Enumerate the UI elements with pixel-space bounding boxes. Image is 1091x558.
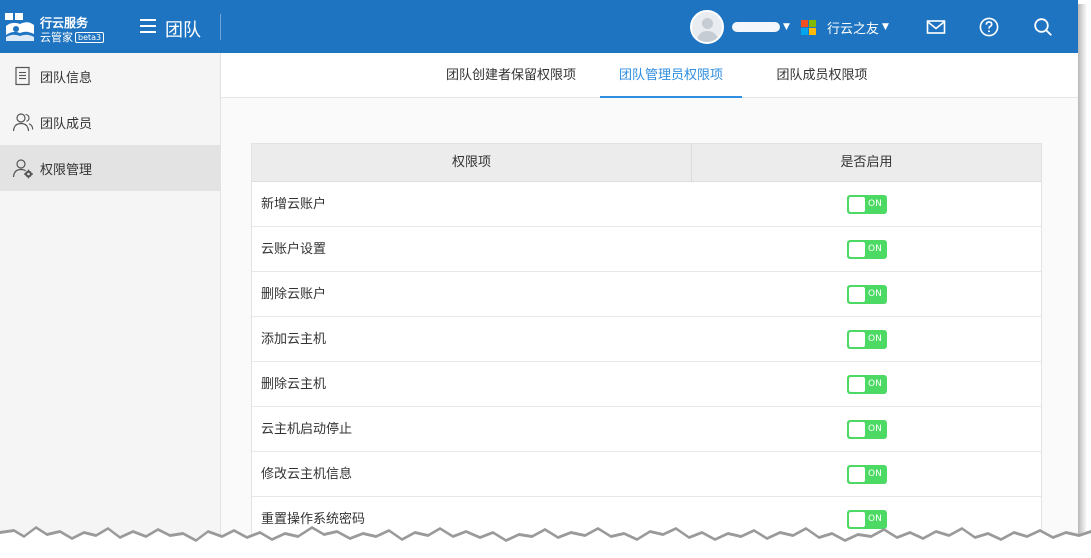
logo-product-text: 云管家 beta3 <box>40 29 105 45</box>
user-name-redacted <box>732 22 780 32</box>
org-name: 行云之友 <box>827 21 880 37</box>
permission-toggle[interactable]: ON <box>847 420 887 439</box>
menu-icon[interactable] <box>140 19 156 33</box>
toggle-knob <box>849 332 865 347</box>
permission-tabs: 团队创建者保留权限项 团队管理员权限项 团队成员权限项 <box>221 53 1078 98</box>
top-bar: 行云服务 云管家 beta3 团队 ▼ 行云之友 ▼ <box>0 0 1078 53</box>
table-row: 云账户设置 ON <box>252 227 1041 272</box>
caret-down-icon: ▼ <box>783 22 790 32</box>
permission-name: 删除云账户 <box>261 287 327 302</box>
column-header-permission: 权限项 <box>252 144 692 182</box>
permission-toggle[interactable]: ON <box>847 330 887 349</box>
tab-admin-permissions[interactable]: 团队管理员权限项 <box>600 53 742 98</box>
permission-toggle[interactable]: ON <box>847 375 887 394</box>
toggle-knob <box>849 242 865 257</box>
toggle-label: ON <box>868 469 882 479</box>
sidebar-item-label: 团队成员 <box>40 116 93 132</box>
logo-product-name: 云管家 <box>40 31 73 44</box>
logo[interactable]: 行云服务 云管家 beta3 <box>4 10 105 45</box>
table-body: 新增云账户 ON 云账户设置 ON 删除云账户 ON 添加云主机 ON 删除云主机 ON 云主机启动… <box>252 182 1041 542</box>
sidebar-item-team-info[interactable]: 团队信息 <box>0 53 220 99</box>
page-title: 团队 <box>165 20 201 41</box>
sidebar: 团队信息 团队成员 权限管理 <box>0 53 221 558</box>
beta-badge: beta3 <box>75 32 105 43</box>
search-icon[interactable] <box>1033 17 1053 37</box>
table-row: 云主机启动停止 ON <box>252 407 1041 452</box>
sidebar-item-permissions[interactable]: 权限管理 <box>0 145 220 191</box>
toggle-label: ON <box>868 379 882 389</box>
toggle-label: ON <box>868 424 882 434</box>
column-header-enabled: 是否启用 <box>840 155 893 170</box>
document-icon <box>15 66 30 86</box>
toggle-label: ON <box>868 199 882 209</box>
toggle-knob <box>849 422 865 437</box>
permission-toggle[interactable]: ON <box>847 240 887 259</box>
permission-toggle[interactable]: ON <box>847 285 887 304</box>
tab-member-permissions[interactable]: 团队成员权限项 <box>751 53 893 98</box>
table-row: 修改云主机信息 ON <box>252 452 1041 497</box>
mail-icon[interactable] <box>926 17 946 37</box>
cloud-logo-icon <box>5 13 34 41</box>
toggle-knob <box>849 197 865 212</box>
toggle-knob <box>849 377 865 392</box>
toggle-label: ON <box>868 289 882 299</box>
toggle-knob <box>849 287 865 302</box>
toggle-label: ON <box>868 334 882 344</box>
toggle-label: ON <box>868 244 882 254</box>
microsoft-logo-icon <box>801 19 816 35</box>
user-gear-icon <box>12 159 33 179</box>
org-switcher[interactable]: 行云之友 ▼ <box>801 18 889 37</box>
sidebar-item-label: 团队信息 <box>40 70 93 86</box>
permissions-table: 权限项 是否启用 新增云账户 ON 云账户设置 ON 删除云账户 ON 添加云主机 ON 删除云… <box>251 143 1042 543</box>
tab-creator-permissions[interactable]: 团队创建者保留权限项 <box>431 53 591 98</box>
table-row: 删除云账户 ON <box>252 272 1041 317</box>
permission-name: 云账户设置 <box>261 242 327 257</box>
sidebar-item-team-members[interactable]: 团队成员 <box>0 99 220 145</box>
caret-down-icon: ▼ <box>882 22 889 32</box>
avatar <box>690 10 724 44</box>
permission-name: 修改云主机信息 <box>261 467 353 482</box>
permission-name: 新增云账户 <box>261 197 327 212</box>
permission-name: 云主机启动停止 <box>261 422 353 437</box>
user-menu[interactable]: ▼ <box>690 10 790 44</box>
users-icon <box>12 113 34 132</box>
sidebar-item-label: 权限管理 <box>40 162 93 178</box>
table-header: 权限项 是否启用 <box>252 144 1041 182</box>
toggle-knob <box>849 467 865 482</box>
help-icon[interactable] <box>979 17 999 37</box>
permission-name: 添加云主机 <box>261 332 327 347</box>
window-shadow <box>1078 4 1087 558</box>
permission-toggle[interactable]: ON <box>847 465 887 484</box>
torn-edge <box>0 526 1091 558</box>
header-divider <box>220 14 221 40</box>
permission-name: 删除云主机 <box>261 377 327 392</box>
table-row: 添加云主机 ON <box>252 317 1041 362</box>
permission-toggle[interactable]: ON <box>847 195 887 214</box>
main-content: 权限项 是否启用 新增云账户 ON 云账户设置 ON 删除云账户 ON 添加云主机 ON 删除云… <box>221 98 1078 558</box>
table-row: 删除云主机 ON <box>252 362 1041 407</box>
table-row: 新增云账户 ON <box>252 182 1041 227</box>
